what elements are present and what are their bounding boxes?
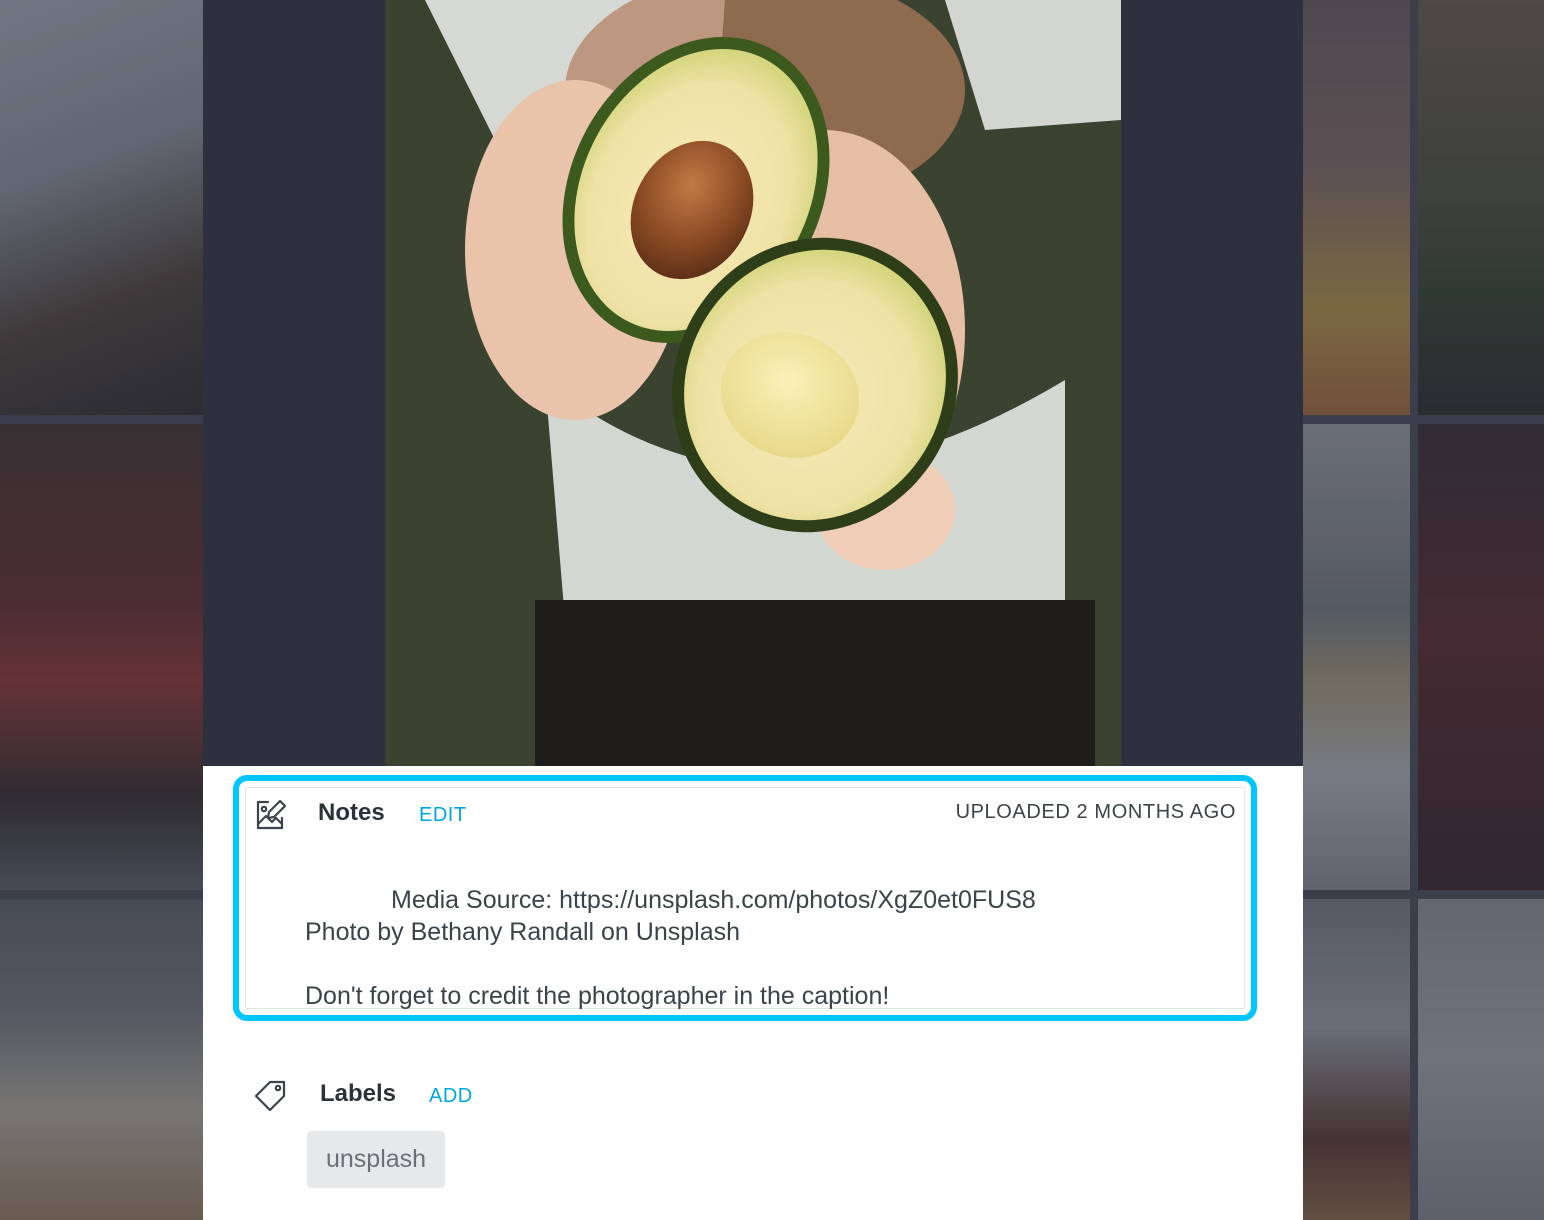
gallery-thumbnail[interactable]: [1418, 899, 1544, 1220]
gallery-thumbnail[interactable]: [1418, 0, 1544, 415]
gallery-thumbnail[interactable]: [1303, 0, 1410, 415]
note-media-source: Media Source: https://unsplash.com/photo…: [391, 886, 1036, 914]
notes-edit-button[interactable]: EDIT: [419, 804, 467, 827]
gallery-thumbnail[interactable]: [1418, 424, 1544, 890]
media-detail-modal: Notes EDIT UPLOADED 2 MONTHS AGO Media S…: [203, 0, 1303, 1220]
media-preview-area: [203, 0, 1303, 766]
media-image: [385, 0, 1121, 766]
avocado-photo-illustration: [385, 0, 1121, 766]
edit-image-icon: [254, 798, 288, 832]
label-chip[interactable]: unsplash: [307, 1131, 446, 1188]
labels-title: Labels: [320, 1080, 397, 1107]
gallery-thumbnail[interactable]: [0, 899, 203, 1220]
note-reminder: Don't forget to credit the photographer …: [305, 982, 890, 1010]
gallery-thumbnail[interactable]: [0, 0, 203, 415]
notes-title: Notes: [318, 799, 385, 826]
note-photo-credit: Photo by Bethany Randall on Unsplash: [305, 918, 741, 946]
gallery-thumbnail[interactable]: [1303, 424, 1410, 890]
gallery-thumbnail[interactable]: [1303, 899, 1410, 1220]
notes-section: Notes EDIT UPLOADED 2 MONTHS AGO Media S…: [233, 775, 1257, 1021]
labels-add-button[interactable]: ADD: [429, 1085, 473, 1108]
tag-icon: [253, 1076, 287, 1112]
notes-panel: Notes EDIT UPLOADED 2 MONTHS AGO Media S…: [245, 787, 1245, 1010]
upload-timestamp: UPLOADED 2 MONTHS AGO: [955, 801, 1236, 823]
gallery-thumbnail[interactable]: [0, 424, 203, 890]
